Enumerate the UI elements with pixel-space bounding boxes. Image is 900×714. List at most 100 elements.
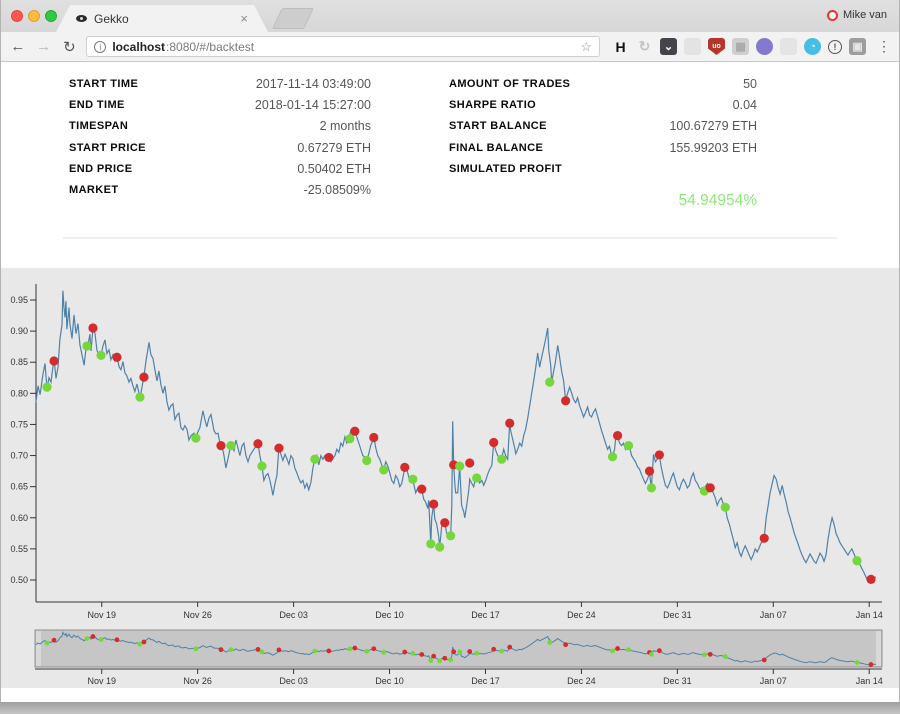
sell-marker[interactable] [139,373,148,382]
extension-globe-icon[interactable] [756,38,773,55]
svg-text:Dec 17: Dec 17 [471,610,500,620]
sell-marker[interactable] [655,450,664,459]
backtest-price-chart[interactable]: 0.500.550.600.650.700.750.800.850.900.95… [1,268,900,688]
stat-value: 155.99203 ETH [669,141,757,155]
extension-ublock-shield-icon[interactable]: uo [708,38,725,55]
buy-marker[interactable] [362,456,371,465]
buy-marker[interactable] [608,452,617,461]
new-tab-button[interactable] [272,8,314,29]
extension-h-icon[interactable]: H [612,38,629,55]
stat-value: 0.67279 ETH [297,141,371,155]
browser-window: Gekko × Mike van ← → ↻ i localhost :8080… [0,0,900,702]
sell-marker[interactable] [465,458,474,467]
sell-marker[interactable] [429,499,438,508]
sell-marker[interactable] [49,356,58,365]
url-host: localhost [112,40,165,54]
back-button[interactable]: ← [9,38,27,55]
sell-marker[interactable] [274,443,283,452]
sell-marker[interactable] [216,441,225,450]
buy-marker[interactable] [624,441,633,450]
buy-marker[interactable] [647,483,656,492]
buy-marker[interactable] [472,473,481,482]
navigator-sell-marker [615,646,620,651]
sell-marker[interactable] [505,419,514,428]
sell-marker[interactable] [88,323,97,332]
buy-marker[interactable] [379,465,388,474]
profile-avatar-icon [827,10,838,21]
sell-marker[interactable] [253,439,262,448]
svg-text:0.95: 0.95 [10,295,28,305]
buy-marker[interactable] [497,455,506,464]
sell-marker[interactable] [760,534,769,543]
page-info-icon[interactable]: i [94,41,106,53]
bookmark-star-icon[interactable]: ☆ [580,39,592,55]
navigator-buy-marker [547,640,552,645]
stat-label: SIMULATED PROFIT [449,163,562,175]
stat-label: START PRICE [69,142,146,154]
buy-marker[interactable] [82,341,91,350]
extension-disabled2-icon[interactable] [780,38,797,55]
extension-frame-icon[interactable]: ▦ [732,38,749,55]
extension-info-icon[interactable]: ! [828,40,842,54]
buy-marker[interactable] [408,475,417,484]
svg-text:Nov 19: Nov 19 [87,676,116,686]
navigator-sell-marker [442,656,447,661]
minimize-window-button[interactable] [28,10,40,22]
buy-marker[interactable] [42,383,51,392]
buy-marker[interactable] [191,434,200,443]
report-right-column: AMOUNT OF TRADES50 SHARPE RATIO0.04 STAR… [449,73,757,210]
sell-marker[interactable] [613,431,622,440]
navigator-sell-marker [451,649,456,654]
tab-close-icon[interactable]: × [240,11,248,26]
brush-handle-left[interactable] [36,631,41,666]
extension-window-icon[interactable]: ▣ [849,38,866,55]
sell-marker[interactable] [561,396,570,405]
price-line [36,291,876,582]
reload-button[interactable]: ↻ [61,38,79,56]
tab-bar: Gekko × Mike van [1,0,899,32]
buy-marker[interactable] [96,351,105,360]
sell-marker[interactable] [400,463,409,472]
navigator-sell-marker [402,650,407,655]
buy-marker[interactable] [721,503,730,512]
navigator-buy-marker [193,646,198,651]
buy-marker[interactable] [135,392,144,401]
buy-marker[interactable] [426,539,435,548]
extension-disabled-icon[interactable] [684,38,701,55]
buy-marker[interactable] [446,531,455,540]
sell-marker[interactable] [350,427,359,436]
address-bar[interactable]: i localhost :8080/#/backtest ☆ [86,36,600,57]
svg-text:0.75: 0.75 [10,419,28,429]
svg-text:Jan 14: Jan 14 [856,676,883,686]
stat-label: START TIME [69,78,138,90]
sell-marker[interactable] [440,518,449,527]
sell-marker[interactable] [706,483,715,492]
sell-marker[interactable] [112,353,121,362]
browser-tab-gekko[interactable]: Gekko × [56,5,268,32]
svg-text:Nov 19: Nov 19 [87,610,116,620]
sell-marker[interactable] [645,467,654,476]
fullscreen-window-button[interactable] [45,10,57,22]
buy-marker[interactable] [545,378,554,387]
buy-marker[interactable] [455,462,464,471]
sell-marker[interactable] [489,438,498,447]
buy-marker[interactable] [435,542,444,551]
sell-marker[interactable] [369,433,378,442]
profile-chip[interactable]: Mike van [827,9,887,21]
extension-sync-icon[interactable]: ↻ [636,38,653,55]
buy-marker[interactable] [226,441,235,450]
buy-marker[interactable] [852,556,861,565]
close-window-button[interactable] [11,10,23,22]
extension-planet-icon[interactable]: ◔ [804,38,821,55]
extension-pocket-icon[interactable]: ⌄ [660,38,677,55]
navigator-buy-marker [348,646,353,651]
browser-menu-icon[interactable]: ⋮ [877,38,891,55]
svg-text:Dec 24: Dec 24 [567,676,596,686]
sell-marker[interactable] [324,453,333,462]
sell-marker[interactable] [866,575,875,584]
sell-marker[interactable] [417,485,426,494]
navigator-buy-marker [626,647,631,652]
brush-handle-right[interactable] [876,631,881,666]
buy-marker[interactable] [257,462,266,471]
buy-marker[interactable] [310,455,319,464]
